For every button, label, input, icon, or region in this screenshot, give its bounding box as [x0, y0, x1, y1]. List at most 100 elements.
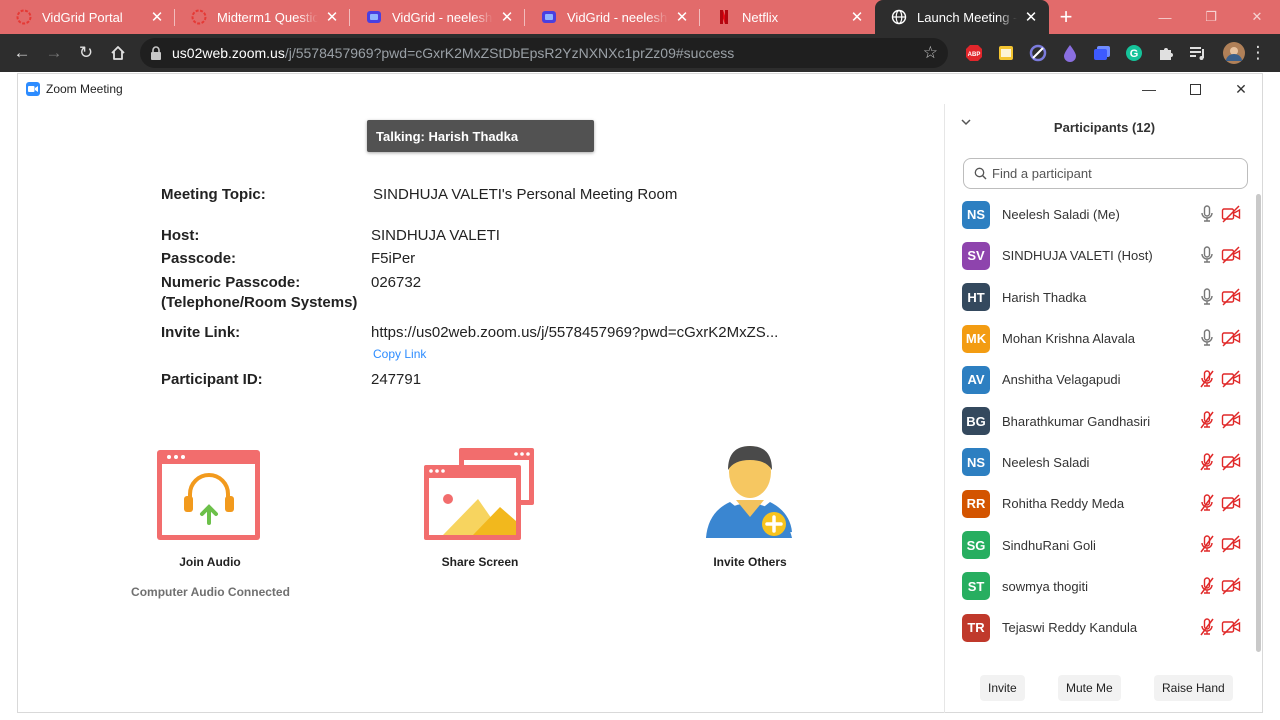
home-icon[interactable] — [102, 37, 134, 69]
bookmark-star-icon[interactable]: ☆ — [923, 43, 938, 63]
participant-name: Bharathkumar Gandhasiri — [1002, 413, 1151, 429]
lock-icon — [151, 46, 161, 60]
video-off-icon — [1221, 618, 1241, 636]
participant-row[interactable]: NS Neelesh Saladi (Me) — [945, 194, 1245, 235]
participant-row[interactable]: AV Anshitha Velagapudi — [945, 359, 1245, 400]
globe-icon — [891, 9, 907, 25]
vidgrid-blue-favicon-icon — [366, 9, 382, 25]
participants-header: Participants (12) — [945, 116, 1264, 138]
square-blue-icon[interactable] — [1086, 38, 1118, 68]
tab-close-icon[interactable]: ✕ — [499, 9, 515, 26]
menu-dots-icon[interactable]: ⋮ — [1242, 37, 1274, 69]
participant-row[interactable]: SV SINDHUJA VALETI (Host) — [945, 235, 1245, 276]
participant-row[interactable]: SG SindhuRani Goli — [945, 524, 1245, 565]
invite-others-button[interactable] — [704, 442, 796, 546]
browser-tab[interactable]: Launch Meeting - Zoom ✕ — [875, 0, 1049, 34]
mic-icon — [1199, 329, 1215, 347]
note-icon[interactable] — [990, 38, 1022, 68]
participant-name: Neelesh Saladi — [1002, 454, 1090, 470]
video-off-icon — [1221, 370, 1241, 388]
video-off-icon — [1221, 453, 1241, 471]
video-off-icon — [1221, 205, 1241, 223]
grammarly-icon[interactable]: G — [1118, 38, 1150, 68]
participant-row[interactable]: TR Tejaswi Reddy Kandula — [945, 607, 1245, 648]
drop-icon[interactable] — [1054, 38, 1086, 68]
close-icon[interactable]: ✕ — [1234, 0, 1280, 34]
participant-avatar: NS — [962, 200, 990, 229]
tab-title: VidGrid Portal — [42, 9, 123, 25]
mic-muted-icon — [1199, 535, 1215, 553]
zoom-maximize-icon[interactable] — [1172, 74, 1218, 104]
new-tab-button[interactable]: + — [1049, 0, 1083, 34]
zoom-meeting-window: Zoom Meeting — ✕ Talking: Harish Thadka … — [17, 73, 1263, 713]
join-audio-button[interactable] — [156, 448, 262, 542]
share-screen-icon — [424, 448, 534, 540]
participant-name: Mohan Krishna Alavala — [1002, 331, 1135, 347]
video-off-icon — [1221, 411, 1241, 430]
tab-close-icon[interactable]: ✕ — [1023, 9, 1039, 26]
join-audio-label: Join Audio — [179, 555, 241, 569]
video-off-icon — [1221, 535, 1241, 553]
video-off-icon — [1221, 246, 1241, 264]
participant-search-input[interactable] — [992, 166, 1247, 181]
mic-muted-icon — [1199, 411, 1215, 429]
participant-avatar: SV — [962, 241, 990, 270]
participant-list: NS Neelesh Saladi (Me) SV SINDHUJA VALETI (… — [945, 194, 1245, 660]
zoom-logo-icon — [26, 82, 40, 96]
address-bar[interactable]: us02web.zoom.us/j/5578457969?pwd=cGxrK2M… — [140, 38, 948, 68]
browser-tab[interactable]: VidGrid - neeleshsaladi ✕ — [525, 0, 700, 34]
browser-tab[interactable]: VidGrid Portal ✕ — [0, 0, 175, 34]
mic-icon — [1199, 246, 1215, 264]
vidgrid-blue-favicon-icon — [541, 9, 557, 25]
tab-title: Netflix — [742, 9, 779, 25]
tab-strip: VidGrid Portal✕Midterm1 Question 3✕VidGr… — [0, 0, 1280, 34]
browser-tab[interactable]: Midterm1 Question 3 ✕ — [175, 0, 350, 34]
tab-close-icon[interactable]: ✕ — [324, 9, 340, 26]
raise-hand-button[interactable]: Raise Hand — [1154, 675, 1233, 701]
reload-icon[interactable]: ↻ — [70, 37, 102, 69]
headphones-icon — [157, 450, 260, 540]
tab-title: VidGrid - neeleshsaladi — [392, 9, 493, 25]
invite-others-label: Invite Others — [713, 555, 787, 569]
tab-close-icon[interactable]: ✕ — [849, 9, 865, 26]
zoom-close-icon[interactable]: ✕ — [1218, 74, 1264, 104]
collapse-chevron-icon[interactable] — [961, 116, 971, 130]
mic-muted-icon — [1199, 618, 1215, 636]
invite-button[interactable]: Invite — [980, 675, 1025, 701]
minimize-icon[interactable]: — — [1142, 0, 1188, 34]
participant-row[interactable]: MK Mohan Krishna Alavala — [945, 318, 1245, 359]
abp-icon[interactable]: ABP — [958, 38, 990, 68]
back-arrow-icon[interactable]: ← — [6, 37, 38, 69]
forward-arrow-icon[interactable]: → — [38, 37, 70, 69]
playlist-icon[interactable] — [1182, 38, 1214, 68]
circle-extension-icon[interactable] — [1022, 38, 1054, 68]
mute-me-button[interactable]: Mute Me — [1058, 675, 1121, 701]
participant-row[interactable]: BG Bharathkumar Gandhasiri — [945, 400, 1245, 441]
participant-row[interactable]: NS Neelesh Saladi — [945, 442, 1245, 483]
browser-tab[interactable]: Netflix ✕ — [700, 0, 875, 34]
participant-id-value: 247791 — [371, 371, 422, 388]
participant-search[interactable] — [963, 158, 1248, 189]
participant-row[interactable]: RR Rohitha Reddy Meda — [945, 483, 1245, 524]
participant-name: Neelesh Saladi (Me) — [1002, 207, 1120, 223]
copy-link-button[interactable]: Copy Link — [373, 347, 426, 361]
participant-avatar: TR — [962, 613, 990, 642]
participant-name: Rohitha Reddy Meda — [1002, 496, 1125, 512]
tab-close-icon[interactable]: ✕ — [149, 9, 165, 26]
participant-avatar: AV — [962, 365, 990, 394]
puzzle-icon[interactable] — [1150, 38, 1182, 68]
search-icon — [974, 167, 987, 180]
browser-tab[interactable]: VidGrid - neeleshsaladi ✕ — [350, 0, 525, 34]
invite-person-icon — [706, 446, 792, 538]
participant-row[interactable]: ST sowmya thogiti — [945, 566, 1245, 607]
share-screen-button[interactable] — [423, 447, 535, 541]
video-off-icon — [1221, 494, 1241, 512]
tab-close-icon[interactable]: ✕ — [674, 9, 690, 26]
svg-text:ABP: ABP — [968, 52, 981, 58]
restore-icon[interactable]: ❐ — [1188, 0, 1234, 34]
zoom-minimize-icon[interactable]: — — [1126, 74, 1172, 104]
vidgrid-red-favicon-icon — [191, 9, 207, 25]
tab-title: Launch Meeting - Zoom — [917, 9, 1017, 25]
participant-list-scrollbar[interactable] — [1256, 194, 1261, 652]
participant-row[interactable]: HT Harish Thadka — [945, 277, 1245, 318]
